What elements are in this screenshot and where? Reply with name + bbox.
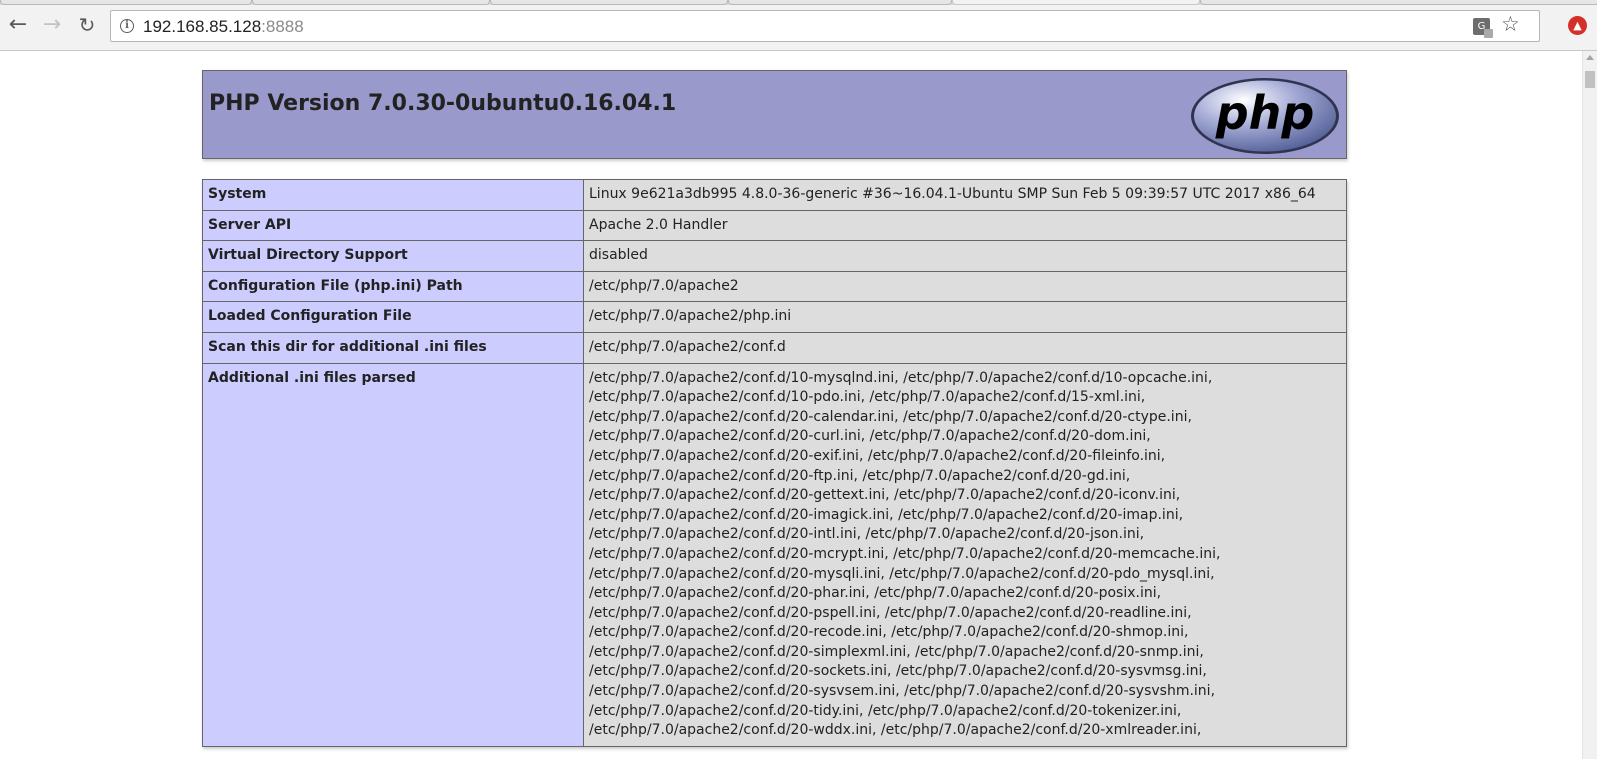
- table-row: Scan this dir for additional .ini files /…: [202, 331, 1347, 364]
- row-label: Configuration File (php.ini) Path: [202, 270, 584, 303]
- row-value: Apache 2.0 Handler: [583, 209, 1347, 242]
- forward-button[interactable]: →: [40, 13, 64, 37]
- bookmark-star-icon[interactable]: ☆: [1501, 14, 1520, 35]
- value-line: /etc/php/7.0/apache2/conf.d/20-simplexml…: [589, 643, 1204, 660]
- url-port: :8888: [261, 17, 304, 36]
- browser-tab-active[interactable]: [952, 0, 1200, 5]
- value-line: /etc/php/7.0/apache2/conf.d/20-pspell.in…: [589, 604, 1192, 621]
- tab-strip: [0, 0, 1597, 5]
- value-line: /etc/php/7.0/apache2/conf.d/20-intl.ini,…: [589, 526, 1145, 543]
- info-icon[interactable]: i: [120, 19, 134, 33]
- value-line: /etc/php/7.0/apache2/conf.d/20-imagick.i…: [589, 506, 1184, 523]
- row-label: Scan this dir for additional .ini files: [202, 331, 584, 364]
- phpinfo-table: System Linux 9e621a3db995 4.8.0-36-generi…: [202, 179, 1347, 747]
- value-line: /etc/php/7.0/apache2/conf.d/20-calendar.…: [589, 408, 1192, 425]
- row-value: /etc/php/7.0/apache2/conf.d: [583, 331, 1347, 364]
- value-line: /etc/php/7.0/apache2/conf.d/20-sysvsem.i…: [589, 683, 1216, 700]
- table-row: Additional .ini files parsed/etc/php/7.0…: [202, 362, 1347, 747]
- value-line: /etc/php/7.0/apache2/conf.d/10-pdo.ini, …: [589, 389, 1146, 406]
- table-row: System Linux 9e621a3db995 4.8.0-36-generi…: [202, 179, 1347, 211]
- browser-tab[interactable]: [252, 0, 490, 5]
- value-line: /etc/php/7.0/apache2/conf.d: [589, 338, 786, 355]
- php-logo-text: php: [1215, 86, 1315, 140]
- value-line: /etc/php/7.0/apache2/conf.d/20-tidy.ini,…: [589, 702, 1182, 719]
- value-line: /etc/php/7.0/apache2/conf.d/20-sockets.i…: [589, 663, 1207, 680]
- value-line: /etc/php/7.0/apache2/conf.d/20-mcrypt.in…: [589, 545, 1221, 562]
- vertical-scrollbar[interactable]: [1582, 51, 1597, 759]
- translate-icon[interactable]: G: [1473, 18, 1493, 38]
- value-line: /etc/php/7.0/apache2/conf.d/20-exif.ini,…: [589, 447, 1166, 464]
- row-label: Server API: [202, 209, 584, 242]
- table-row: Server API Apache 2.0 Handler: [202, 209, 1347, 242]
- row-label: Loaded Configuration File: [202, 301, 584, 333]
- phpinfo-header: PHP Version 7.0.30-0ubuntu0.16.04.1 php: [202, 70, 1347, 159]
- value-line: /etc/php/7.0/apache2/conf.d/20-wddx.ini,…: [589, 722, 1202, 739]
- address-bar[interactable]: i 192.168.85.128:8888 G ☆: [110, 10, 1540, 42]
- browser-tab[interactable]: [728, 0, 952, 5]
- scrollbar-thumb[interactable]: [1585, 71, 1595, 88]
- url-host: 192.168.85.128: [143, 17, 262, 36]
- row-value: Linux 9e621a3db995 4.8.0-36-generic #36~…: [583, 179, 1347, 211]
- value-line: /etc/php/7.0/apache2/conf.d/20-phar.ini,…: [589, 585, 1162, 602]
- row-value: /etc/php/7.0/apache2/php.ini: [583, 301, 1347, 333]
- row-value: /etc/php/7.0/apache2/conf.d/10-mysqlnd.i…: [583, 362, 1347, 747]
- value-line: /etc/php/7.0/apache2/php.ini: [589, 308, 792, 325]
- row-label: System: [202, 179, 584, 211]
- value-line: /etc/php/7.0/apache2/conf.d/20-recode.in…: [589, 624, 1189, 641]
- url-text[interactable]: 192.168.85.128:8888: [143, 17, 304, 37]
- reload-icon: ↻: [78, 13, 96, 37]
- reload-button[interactable]: ↻: [75, 13, 99, 37]
- value-line: /etc/php/7.0/apache2/conf.d/10-mysqlnd.i…: [589, 369, 1213, 386]
- table-row: Configuration File (php.ini) Path/etc/ph…: [202, 270, 1347, 303]
- value-line: /etc/php/7.0/apache2/conf.d/20-curl.ini,…: [589, 428, 1151, 445]
- value-line: /etc/php/7.0/apache2/conf.d/20-gettext.i…: [589, 487, 1181, 504]
- table-row: Virtual Directory Support disabled: [202, 240, 1347, 272]
- browser-tab[interactable]: [1200, 0, 1597, 5]
- row-value: disabled: [583, 240, 1347, 272]
- value-line: disabled: [589, 247, 648, 264]
- page-viewport: PHP Version 7.0.30-0ubuntu0.16.04.1 php …: [0, 51, 1582, 759]
- back-arrow-icon: ←: [8, 12, 28, 37]
- forward-arrow-icon: →: [42, 12, 62, 37]
- table-row: Loaded Configuration File/etc/php/7.0/ap…: [202, 301, 1347, 333]
- php-logo[interactable]: php: [1190, 77, 1340, 155]
- browser-tab[interactable]: [490, 0, 728, 5]
- value-line: Apache 2.0 Handler: [589, 216, 728, 233]
- value-line: /etc/php/7.0/apache2/conf.d/20-mysqli.in…: [589, 565, 1215, 582]
- extension-icon[interactable]: ▲: [1568, 16, 1587, 35]
- browser-tab[interactable]: [0, 0, 252, 5]
- back-button[interactable]: ←: [6, 13, 30, 37]
- phpinfo-container: PHP Version 7.0.30-0ubuntu0.16.04.1 php …: [202, 70, 1347, 747]
- value-line: /etc/php/7.0/apache2/conf.d/20-ftp.ini, …: [589, 467, 1131, 484]
- row-label: Additional .ini files parsed: [202, 362, 584, 747]
- browser-toolbar: ← → ↻ i 192.168.85.128:8888 G ☆ ▲: [0, 0, 1597, 51]
- row-value: /etc/php/7.0/apache2: [583, 270, 1347, 303]
- scroll-up-arrow-icon[interactable]: [1586, 55, 1594, 60]
- value-line: /etc/php/7.0/apache2: [589, 277, 739, 294]
- value-line: Linux 9e621a3db995 4.8.0-36-generic #36~…: [589, 186, 1316, 202]
- row-label: Virtual Directory Support: [202, 240, 584, 272]
- page-title: PHP Version 7.0.30-0ubuntu0.16.04.1: [209, 91, 677, 116]
